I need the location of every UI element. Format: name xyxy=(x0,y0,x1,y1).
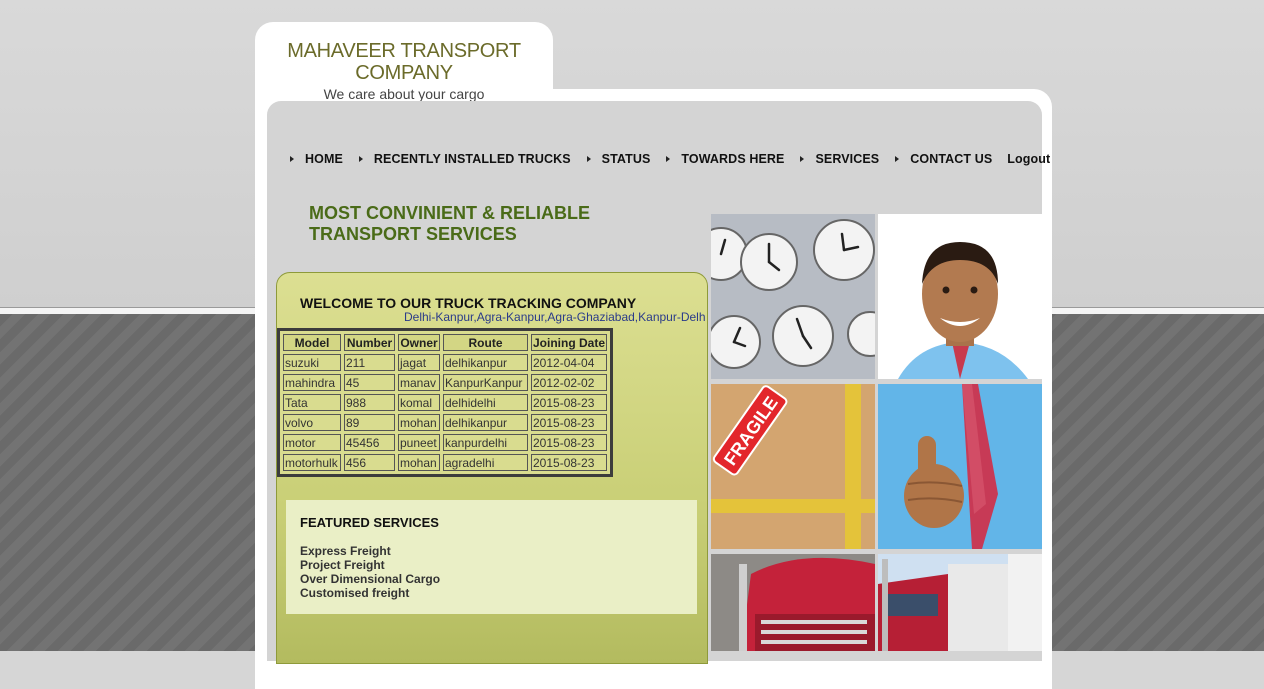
nav-label[interactable]: TOWARDS HERE xyxy=(681,152,784,166)
featured-service-item: Customised freight xyxy=(300,586,410,600)
cell-number: 45 xyxy=(344,374,395,391)
table-row: Tata 988 komal delhidelhi 2015-08-23 xyxy=(283,394,608,411)
nav-arrow-icon xyxy=(666,156,671,162)
cell-model: mahindra xyxy=(283,374,341,391)
featured-services-box: FEATURED SERVICES Express Freight Projec… xyxy=(286,500,697,614)
cell-joining-date: 2015-08-23 xyxy=(531,394,608,411)
cell-owner: komal xyxy=(398,394,440,411)
photo-collage: FRAGILE xyxy=(711,214,1042,651)
smiling-man-photo xyxy=(878,214,1042,379)
cell-owner: mohan xyxy=(398,454,440,471)
cell-route: delhidelhi xyxy=(443,394,528,411)
cell-model: Tata xyxy=(283,394,341,411)
cell-joining-date: 2015-08-23 xyxy=(531,414,608,431)
cell-joining-date: 2012-04-04 xyxy=(531,354,608,371)
cell-joining-date: 2015-08-23 xyxy=(531,434,608,451)
cell-number: 45456 xyxy=(344,434,395,451)
cell-route: delhikanpur xyxy=(443,354,528,371)
red-truck-photo xyxy=(711,554,875,651)
nav-label[interactable]: STATUS xyxy=(602,152,651,166)
nav-arrow-icon xyxy=(358,156,363,162)
site-tagline: We care about your cargo xyxy=(323,86,485,102)
site-title[interactable]: MAHAVEER TRANSPORT COMPANY xyxy=(255,40,553,84)
cell-number: 89 xyxy=(344,414,395,431)
cell-owner: manav xyxy=(398,374,440,391)
nav-recently-installed-trucks[interactable]: RECENTLY INSTALLED TRUCKS xyxy=(358,152,571,166)
cell-model: suzuki xyxy=(283,354,341,371)
nav-logout[interactable]: Logout xyxy=(1007,152,1050,166)
cell-model: motor xyxy=(283,434,341,451)
thumbs-up-man-photo xyxy=(878,384,1042,549)
clocks-photo xyxy=(711,214,875,379)
cell-owner: puneet xyxy=(398,434,440,451)
nav-arrow-icon xyxy=(895,156,900,162)
cell-number: 211 xyxy=(344,354,395,371)
truck-table: Model Number Owner Route Joining Date su… xyxy=(277,328,614,477)
featured-services-title: FEATURED SERVICES xyxy=(300,515,439,530)
nav-towards-here[interactable]: TOWARDS HERE xyxy=(666,152,784,166)
table-row: mahindra 45 manav KanpurKanpur 2012-02-0… xyxy=(283,374,608,391)
logout-link[interactable]: Logout xyxy=(1007,152,1050,166)
nav-label[interactable]: CONTACT US xyxy=(910,152,992,166)
cell-model: motorhulk xyxy=(283,454,341,471)
cell-number: 456 xyxy=(344,454,395,471)
table-row: motor 45456 puneet kanpurdelhi 2015-08-2… xyxy=(283,434,608,451)
table-header-row: Model Number Owner Route Joining Date xyxy=(283,334,608,351)
column-header-number: Number xyxy=(344,334,395,351)
column-header-owner: Owner xyxy=(398,334,440,351)
nav-status[interactable]: STATUS xyxy=(586,152,651,166)
nav-home[interactable]: HOME xyxy=(290,152,343,166)
cell-joining-date: 2015-08-23 xyxy=(531,454,608,471)
featured-service-item: Project Freight xyxy=(300,558,385,572)
cell-number: 988 xyxy=(344,394,395,411)
nav-arrow-icon xyxy=(290,156,294,162)
table-row: volvo 89 mohan delhikanpur 2015-08-23 xyxy=(283,414,608,431)
nav-label[interactable]: RECENTLY INSTALLED TRUCKS xyxy=(374,152,571,166)
nav-label[interactable]: SERVICES xyxy=(815,152,879,166)
featured-service-item: Over Dimensional Cargo xyxy=(300,572,441,586)
column-header-joining-date: Joining Date xyxy=(531,334,608,351)
table-row: motorhulk 456 mohan agradelhi 2015-08-23 xyxy=(283,454,608,471)
cell-route: delhikanpur xyxy=(443,414,528,431)
nav-arrow-icon xyxy=(800,156,805,162)
page-headline: MOST CONVINIENT & RELIABLE TRANSPORT SER… xyxy=(309,203,591,244)
main-nav: HOME RECENTLY INSTALLED TRUCKS STATUS TO… xyxy=(290,150,1066,168)
cell-joining-date: 2012-02-02 xyxy=(531,374,608,391)
nav-arrow-icon xyxy=(586,156,591,162)
cell-owner: mohan xyxy=(398,414,440,431)
nav-services[interactable]: SERVICES xyxy=(800,152,879,166)
nav-label[interactable]: HOME xyxy=(305,152,343,166)
cell-route: kanpurdelhi xyxy=(443,434,528,451)
featured-service-item: Express Freight xyxy=(300,544,391,558)
welcome-title: WELCOME TO OUR TRUCK TRACKING COMPANY xyxy=(300,295,637,311)
cell-route: KanpurKanpur xyxy=(443,374,528,391)
routes-marquee: Delhi-Kanpur,Agra-Kanpur,Agra-Ghaziabad,… xyxy=(404,310,706,324)
featured-services-list: Express Freight Project Freight Over Dim… xyxy=(300,544,440,600)
column-header-model: Model xyxy=(283,334,341,351)
cell-owner: jagat xyxy=(398,354,440,371)
cell-model: volvo xyxy=(283,414,341,431)
cell-route: agradelhi xyxy=(443,454,528,471)
nav-contact-us[interactable]: CONTACT US xyxy=(895,152,992,166)
red-truck-sky-photo xyxy=(878,554,1042,651)
fragile-box-photo: FRAGILE xyxy=(711,384,875,549)
table-row: suzuki 211 jagat delhikanpur 2012-04-04 xyxy=(283,354,608,371)
column-header-route: Route xyxy=(443,334,528,351)
